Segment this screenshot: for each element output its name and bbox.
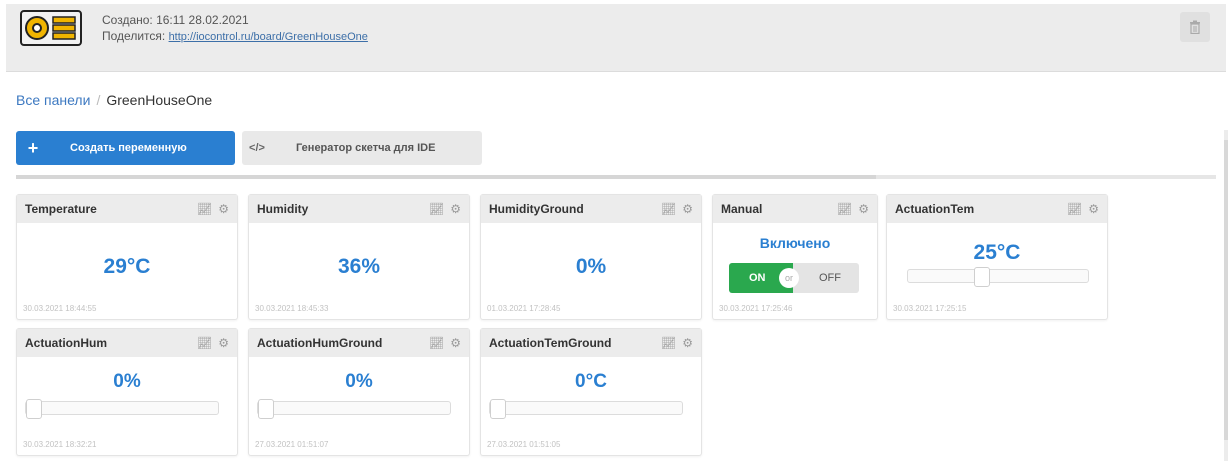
widget-actuation-tem: ActuationTem 📈︎ ⚙︎ 25°C 30.03.2021 17:25… — [886, 194, 1108, 320]
slider-knob[interactable] — [490, 399, 506, 419]
widget-manual: Manual 📈︎ ⚙︎ Включено ON OFF or 30.03.20… — [712, 194, 878, 320]
sketch-generator-label: Генератор скетча для IDE — [296, 142, 436, 154]
widget-header: Humidity 📈︎ ⚙︎ — [249, 195, 469, 223]
delete-board-button[interactable] — [1180, 12, 1210, 42]
widget-timestamp: 30.03.2021 17:25:46 — [719, 304, 793, 313]
gear-icon[interactable]: ⚙︎ — [450, 202, 461, 216]
widget-title: ActuationTemGround — [489, 336, 612, 350]
widget-actions: 📈︎ ⚙︎ — [1067, 202, 1099, 216]
gear-icon[interactable]: ⚙︎ — [682, 336, 693, 350]
created-text: Создано: 16:11 28.02.2021 — [102, 13, 249, 27]
widget-value: 0°C — [575, 371, 607, 392]
widget-header: Manual 📈︎ ⚙︎ — [713, 195, 877, 223]
breadcrumb-separator: / — [96, 92, 101, 108]
widget-header: HumidityGround 📈︎ ⚙︎ — [481, 195, 701, 223]
toolbar-divider — [16, 175, 1216, 179]
widget-title: Humidity — [257, 202, 309, 216]
scrollbar-thumb[interactable] — [1224, 140, 1228, 440]
widget-actuation-hum-ground: ActuationHumGround 📈︎ ⚙︎ 0% 27.03.2021 0… — [248, 328, 470, 456]
slider-knob[interactable] — [973, 267, 990, 287]
widget-value: 0% — [113, 371, 141, 392]
toggle-off[interactable]: OFF — [793, 263, 859, 293]
widget-title: ActuationTem — [895, 202, 975, 216]
widget-title: ActuationHumGround — [257, 336, 383, 350]
value-slider[interactable] — [257, 399, 451, 419]
widget-actions: 📈︎ ⚙︎ — [661, 202, 693, 216]
widget-value: 29°C — [103, 255, 151, 278]
widget-timestamp: 27.03.2021 01:51:05 — [487, 440, 561, 449]
create-variable-label: Создать переменную — [70, 142, 187, 154]
value-slider[interactable] — [25, 399, 219, 419]
widget-actions: 📈︎ ⚙︎ — [197, 202, 229, 216]
breadcrumb: Все панели / GreenHouseOne — [16, 92, 212, 108]
widget-actions: 📈︎ ⚙︎ — [429, 202, 461, 216]
chart-icon[interactable]: 📈︎ — [837, 202, 852, 216]
widget-header: ActuationHum 📈︎ ⚙︎ — [17, 329, 237, 357]
breadcrumb-current: GreenHouseOne — [106, 92, 213, 108]
chart-icon[interactable]: 📈︎ — [1067, 202, 1082, 216]
chart-icon[interactable]: 📈︎ — [429, 202, 444, 216]
widget-value: 36% — [337, 255, 381, 278]
widget-actuation-tem-ground: ActuationTemGround 📈︎ ⚙︎ 0°C 27.03.2021 … — [480, 328, 702, 456]
widget-actions: 📈︎ ⚙︎ — [837, 202, 869, 216]
widget-timestamp: 30.03.2021 17:25:15 — [893, 304, 967, 313]
widget-actions: 📈︎ ⚙︎ — [661, 336, 693, 350]
gear-icon[interactable]: ⚙︎ — [218, 202, 229, 216]
gear-icon[interactable]: ⚙︎ — [682, 202, 693, 216]
widget-actuation-hum: ActuationHum 📈︎ ⚙︎ 0% 30.03.2021 18:32:2… — [16, 328, 238, 456]
gear-icon[interactable]: ⚙︎ — [1088, 202, 1099, 216]
sketch-generator-button[interactable]: </> Генератор скетча для IDE — [242, 131, 482, 165]
widget-header: ActuationTemGround 📈︎ ⚙︎ — [481, 329, 701, 357]
value-slider[interactable] — [907, 267, 1089, 287]
share-label: Поделится: — [102, 29, 166, 43]
chart-icon[interactable]: 📈︎ — [429, 336, 444, 350]
widget-value: 25°C — [973, 241, 1021, 264]
share-link[interactable]: http://iocontrol.ru/board/GreenHouseOne — [169, 31, 368, 43]
widget-title: Temperature — [25, 202, 97, 216]
slider-knob[interactable] — [26, 399, 42, 419]
breadcrumb-all-panels[interactable]: Все панели — [16, 92, 90, 108]
gear-icon[interactable]: ⚙︎ — [858, 202, 869, 216]
widget-timestamp: 01.03.2021 17:28:45 — [487, 304, 561, 313]
widget-timestamp: 30.03.2021 18:32:21 — [23, 440, 97, 449]
widget-temperature: Temperature 📈︎ ⚙︎ 29°C 30.03.2021 18:44:… — [16, 194, 238, 320]
widget-header: ActuationTem 📈︎ ⚙︎ — [887, 195, 1107, 223]
value-slider[interactable] — [489, 399, 683, 419]
gear-icon[interactable]: ⚙︎ — [218, 336, 229, 350]
widget-title: HumidityGround — [489, 202, 584, 216]
plus-icon: + — [27, 137, 39, 158]
toggle-or-separator: or — [779, 268, 799, 288]
widget-title: Manual — [721, 202, 763, 216]
trash-icon — [1190, 20, 1200, 34]
board-logo-icon — [20, 10, 82, 46]
widget-timestamp: 27.03.2021 01:51:07 — [255, 440, 329, 449]
code-icon: </> — [249, 142, 265, 154]
gear-icon[interactable]: ⚙︎ — [450, 336, 461, 350]
widget-header: ActuationHumGround 📈︎ ⚙︎ — [249, 329, 469, 357]
page: Создано: 16:11 28.02.2021 Поделится: htt… — [0, 0, 1232, 461]
share-row: Поделится: http://iocontrol.ru/board/Gre… — [102, 28, 368, 45]
chart-icon[interactable]: 📈︎ — [661, 202, 676, 216]
create-variable-button[interactable]: + Создать переменную — [16, 131, 235, 165]
on-off-toggle[interactable]: ON OFF or — [729, 263, 859, 293]
chart-icon[interactable]: 📈︎ — [661, 336, 676, 350]
board-meta: Создано: 16:11 28.02.2021 Поделится: htt… — [102, 12, 368, 45]
widget-value: 0% — [345, 371, 373, 392]
board-header: Создано: 16:11 28.02.2021 Поделится: htt… — [6, 4, 1226, 72]
slider-knob[interactable] — [258, 399, 274, 419]
widget-actions: 📈︎ ⚙︎ — [429, 336, 461, 350]
toggle-state-label: Включено — [759, 235, 831, 251]
chart-icon[interactable]: 📈︎ — [197, 336, 212, 350]
widget-timestamp: 30.03.2021 18:44:55 — [23, 304, 97, 313]
widget-header: Temperature 📈︎ ⚙︎ — [17, 195, 237, 223]
widget-actions: 📈︎ ⚙︎ — [197, 336, 229, 350]
divider-fill — [16, 175, 876, 179]
widget-title: ActuationHum — [25, 336, 107, 350]
widget-value: 0% — [575, 255, 607, 278]
widget-humidity-ground: HumidityGround 📈︎ ⚙︎ 0% 01.03.2021 17:28… — [480, 194, 702, 320]
widget-humidity: Humidity 📈︎ ⚙︎ 36% 30.03.2021 18:45:33 — [248, 194, 470, 320]
chart-icon[interactable]: 📈︎ — [197, 202, 212, 216]
widget-timestamp: 30.03.2021 18:45:33 — [255, 304, 329, 313]
